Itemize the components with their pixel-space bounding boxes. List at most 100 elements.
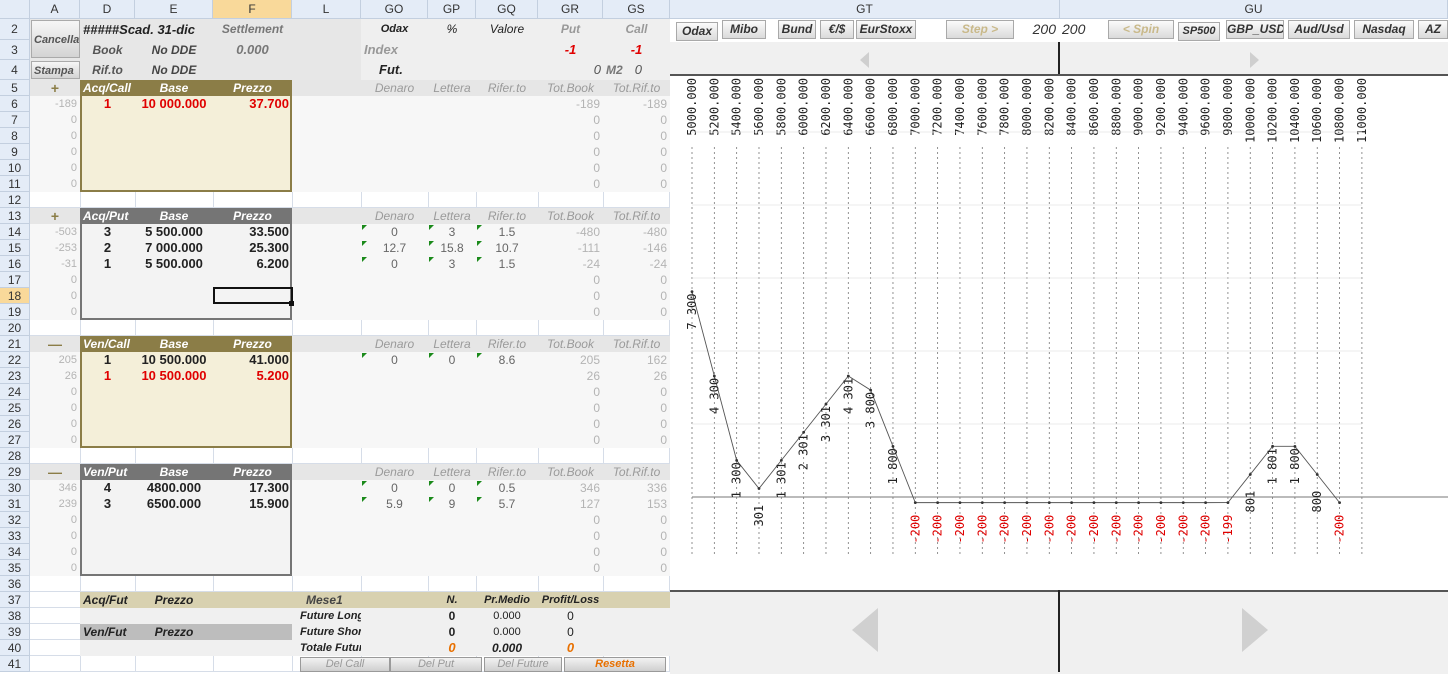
ven_call-base-22[interactable]: 10 500.000: [135, 352, 213, 368]
row-header-20[interactable]: 20: [0, 320, 30, 336]
row-header-11[interactable]: 11: [0, 176, 30, 192]
acq_call-prezzo-6[interactable]: 37.700: [213, 96, 292, 112]
row-header-15[interactable]: 15: [0, 240, 30, 256]
row-header-10[interactable]: 10: [0, 160, 30, 176]
acq_put-prezzo-15[interactable]: 25.300: [213, 240, 292, 256]
aud-usd-button[interactable]: Aud/Usd: [1288, 20, 1350, 39]
ven_call-base-23[interactable]: 10 500.000: [135, 368, 213, 384]
row-header-22[interactable]: 22: [0, 352, 30, 368]
column-header-E[interactable]: E: [135, 0, 213, 19]
ven_put-qty-31[interactable]: 3: [80, 496, 135, 512]
row-header-12[interactable]: 12: [0, 192, 30, 208]
del-call-button[interactable]: Del Call: [300, 657, 390, 672]
cancella-button[interactable]: Cancella: [31, 20, 80, 58]
odax-button[interactable]: Odax: [676, 22, 718, 41]
stampa-button[interactable]: Stampa: [31, 61, 80, 79]
row-header-4[interactable]: 4: [0, 60, 30, 80]
selected-cell-F18[interactable]: [213, 287, 293, 304]
row-header-40[interactable]: 40: [0, 640, 30, 656]
row-header-2[interactable]: 2: [0, 19, 30, 40]
scroll-right-large-icon[interactable]: [1242, 608, 1268, 652]
row-header-39[interactable]: 39: [0, 624, 30, 640]
bund-button[interactable]: Bund: [778, 20, 816, 39]
ven_put-prezzo-30[interactable]: 17.300: [213, 480, 292, 496]
sp500-button[interactable]: SP500: [1178, 22, 1220, 41]
fill-handle[interactable]: [289, 301, 294, 306]
select-all-corner[interactable]: [0, 0, 30, 19]
row-header-26[interactable]: 26: [0, 416, 30, 432]
row-header-27[interactable]: 27: [0, 432, 30, 448]
az-button[interactable]: AZ: [1418, 20, 1448, 39]
row-header-21[interactable]: 21: [0, 336, 30, 352]
mibo-button[interactable]: Mibo: [722, 20, 766, 39]
row-header-34[interactable]: 34: [0, 544, 30, 560]
row-header-36[interactable]: 36: [0, 576, 30, 592]
column-header-GU[interactable]: GU: [1060, 0, 1448, 19]
row-header-33[interactable]: 33: [0, 528, 30, 544]
row-header-24[interactable]: 24: [0, 384, 30, 400]
scroll-right-small-icon[interactable]: [1250, 52, 1259, 68]
column-header-A[interactable]: A: [30, 0, 80, 19]
spin-button[interactable]: < Spin: [1108, 20, 1174, 39]
row-header-28[interactable]: 28: [0, 448, 30, 464]
row-header-38[interactable]: 38: [0, 608, 30, 624]
eur-usd-button[interactable]: €/$: [820, 20, 854, 39]
acq_call-toggle-button[interactable]: +: [30, 80, 80, 96]
ven_call-prezzo-23[interactable]: 5.200: [213, 368, 292, 384]
gbp-usd-button[interactable]: GBP_USD: [1226, 20, 1284, 39]
row-header-41[interactable]: 41: [0, 656, 30, 672]
del-future-button[interactable]: Del Future: [484, 657, 562, 672]
acq_put-qty-15[interactable]: 2: [80, 240, 135, 256]
row-header-14[interactable]: 14: [0, 224, 30, 240]
step-value[interactable]: 200: [1016, 21, 1056, 37]
eurstoxx-button[interactable]: EurStoxx: [856, 20, 916, 39]
ven_put-toggle-button[interactable]: —: [30, 464, 80, 480]
acq_call-qty-6[interactable]: 1: [80, 96, 135, 112]
acq_put-base-14[interactable]: 5 500.000: [135, 224, 213, 240]
acq_put-prezzo-16[interactable]: 6.200: [213, 256, 292, 272]
row-header-16[interactable]: 16: [0, 256, 30, 272]
ven_put-prezzo-31[interactable]: 15.900: [213, 496, 292, 512]
ven_put-base-31[interactable]: 6500.000: [135, 496, 213, 512]
row-header-23[interactable]: 23: [0, 368, 30, 384]
row-header-5[interactable]: 5: [0, 80, 30, 96]
acq_put-base-16[interactable]: 5 500.000: [135, 256, 213, 272]
ven_put-qty-30[interactable]: 4: [80, 480, 135, 496]
row-header-7[interactable]: 7: [0, 112, 30, 128]
column-header-L[interactable]: L: [292, 0, 361, 19]
column-header-D[interactable]: D: [80, 0, 135, 19]
row-header-6[interactable]: 6: [0, 96, 30, 112]
scroll-left-small-icon[interactable]: [860, 52, 869, 68]
scroll-left-large-icon[interactable]: [852, 608, 878, 652]
column-header-GT[interactable]: GT: [670, 0, 1060, 19]
column-header-GO[interactable]: GO: [361, 0, 428, 19]
acq_put-qty-14[interactable]: 3: [80, 224, 135, 240]
acq_put-toggle-button[interactable]: +: [30, 208, 80, 224]
row-header-18[interactable]: 18: [0, 288, 30, 304]
row-header-17[interactable]: 17: [0, 272, 30, 288]
ven_call-toggle-button[interactable]: —: [30, 336, 80, 352]
column-header-GS[interactable]: GS: [603, 0, 670, 19]
acq_call-base-6[interactable]: 10 000.000: [135, 96, 213, 112]
column-header-GR[interactable]: GR: [538, 0, 603, 19]
row-header-30[interactable]: 30: [0, 480, 30, 496]
row-header-35[interactable]: 35: [0, 560, 30, 576]
row-header-31[interactable]: 31: [0, 496, 30, 512]
ven_call-qty-22[interactable]: 1: [80, 352, 135, 368]
step-button[interactable]: Step >: [946, 20, 1014, 39]
resetta-button[interactable]: Resetta: [564, 657, 666, 672]
row-header-32[interactable]: 32: [0, 512, 30, 528]
row-header-13[interactable]: 13: [0, 208, 30, 224]
ven_call-qty-23[interactable]: 1: [80, 368, 135, 384]
column-header-F[interactable]: F: [213, 0, 292, 19]
del-put-button[interactable]: Del Put: [390, 657, 482, 672]
row-header-3[interactable]: 3: [0, 40, 30, 60]
acq_put-base-15[interactable]: 7 000.000: [135, 240, 213, 256]
row-header-29[interactable]: 29: [0, 464, 30, 480]
column-header-GP[interactable]: GP: [428, 0, 476, 19]
row-header-8[interactable]: 8: [0, 128, 30, 144]
row-header-25[interactable]: 25: [0, 400, 30, 416]
ven_call-prezzo-22[interactable]: 41.000: [213, 352, 292, 368]
ven_put-base-30[interactable]: 4800.000: [135, 480, 213, 496]
row-header-9[interactable]: 9: [0, 144, 30, 160]
